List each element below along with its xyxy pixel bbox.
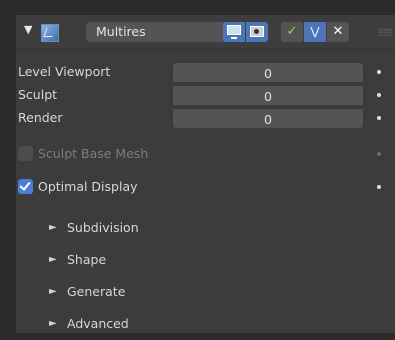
sculpt-base-mesh-label: Sculpt Base Mesh (38, 146, 149, 161)
sculpt-level-label: Sculpt (18, 87, 58, 102)
optimal-display-label: Optimal Display (38, 179, 138, 194)
sculpt-level-row: Sculpt 0 (16, 84, 395, 106)
check-icon: ✓ (286, 24, 298, 39)
subpanel-subdivision[interactable]: ► Subdivision (16, 212, 395, 244)
show-render-toggle[interactable] (246, 22, 268, 42)
modifier-header: ▼ Multires ✓ ⋁ ✕ (16, 15, 395, 50)
optimal-display-checkbox[interactable] (18, 179, 33, 194)
render-level-field[interactable]: 0 (172, 108, 364, 129)
level-viewport-row: Level Viewport 0 (16, 61, 395, 83)
level-viewport-field[interactable]: 0 (172, 62, 364, 83)
sculpt-level-field[interactable]: 0 (172, 85, 364, 106)
render-level-row: Render 0 (16, 107, 395, 129)
subpanel-advanced[interactable]: ► Advanced (16, 308, 395, 340)
keyframe-dot-icon[interactable] (377, 116, 381, 120)
triangle-right-icon: ► (49, 222, 57, 233)
editmode-toggle[interactable]: ⋁ (304, 22, 326, 42)
subpanel-shape[interactable]: ► Shape (16, 244, 395, 276)
triangle-down-icon[interactable]: ▼ (24, 23, 32, 36)
level-viewport-label: Level Viewport (18, 64, 111, 79)
modifier-panel: ▼ Multires ✓ ⋁ ✕ Level Viewport 0 Sculpt… (15, 14, 395, 333)
sculpt-base-mesh-row: Sculpt Base Mesh (16, 143, 395, 165)
render-level-label: Render (18, 110, 63, 125)
subpanel-generate[interactable]: ► Generate (16, 276, 395, 308)
triangle-right-icon: ► (49, 286, 57, 297)
show-viewport-toggle[interactable] (223, 22, 245, 42)
keyframe-dot-icon[interactable] (377, 185, 381, 189)
chevron-down-icon: ⋁ (310, 25, 320, 38)
monitor-icon (227, 25, 241, 39)
subpanel-label: Advanced (67, 316, 129, 331)
subpanel-label: Generate (67, 284, 126, 299)
subpanel-label: Subdivision (67, 220, 139, 235)
drag-grip-icon[interactable] (378, 28, 392, 36)
triangle-right-icon: ► (49, 318, 57, 329)
keyframe-dot-icon (377, 152, 381, 156)
sculpt-base-mesh-checkbox[interactable] (18, 146, 33, 161)
optimal-display-row: Optimal Display (16, 176, 395, 198)
keyframe-dot-icon[interactable] (377, 70, 381, 74)
camera-icon (250, 26, 264, 37)
keyframe-dot-icon[interactable] (377, 93, 381, 97)
on-cage-toggle[interactable]: ✓ (281, 22, 303, 42)
multires-modifier-icon (41, 24, 59, 42)
modifier-name-field[interactable]: Multires (86, 22, 236, 42)
subpanel-label: Shape (67, 252, 107, 267)
triangle-right-icon: ► (49, 254, 57, 265)
close-icon: ✕ (332, 24, 344, 39)
delete-modifier-button[interactable]: ✕ (327, 22, 349, 42)
